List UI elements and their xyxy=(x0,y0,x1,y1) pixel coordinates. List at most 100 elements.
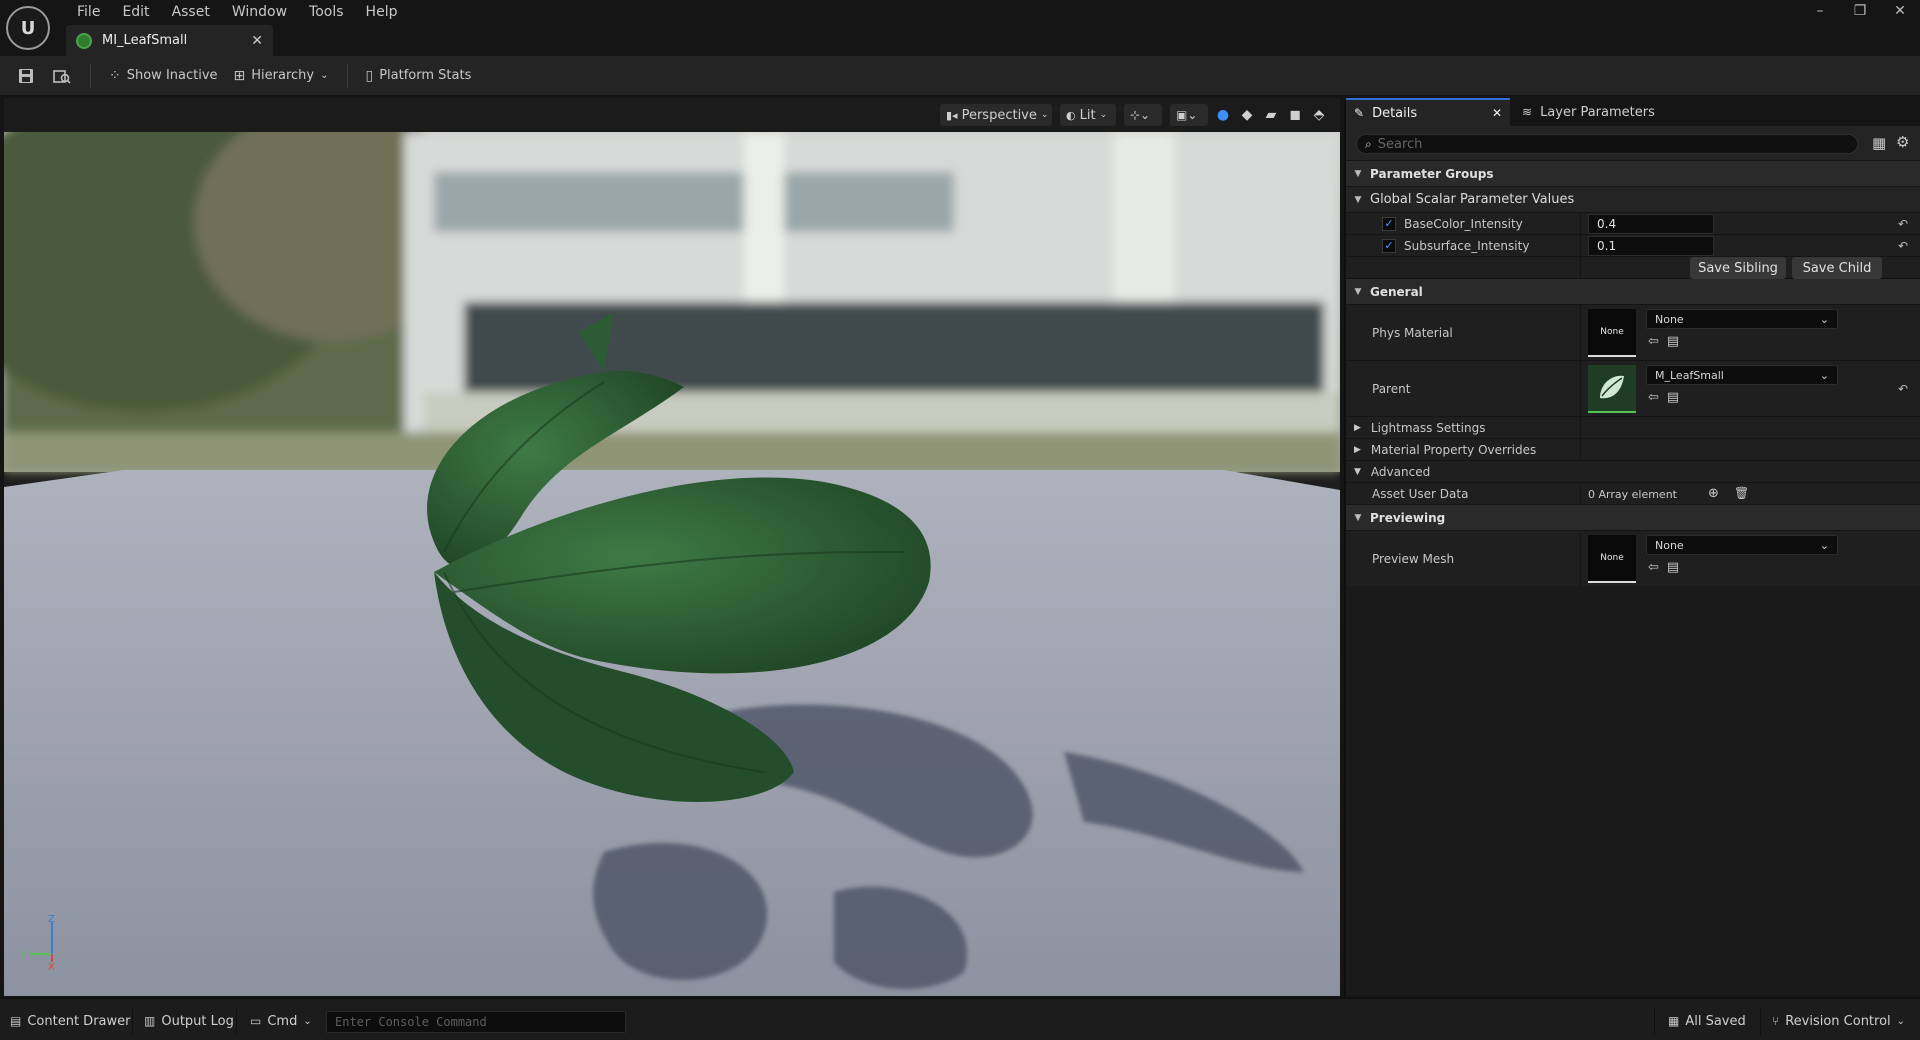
save-child-button[interactable]: Save Child xyxy=(1792,257,1882,279)
pencil-icon: ✎ xyxy=(1354,106,1365,120)
save-button[interactable] xyxy=(8,61,44,91)
column-divider xyxy=(1580,417,1581,438)
reset-arrow-icon[interactable]: ↶ xyxy=(1898,382,1908,396)
details-search-row: ⌕ ▦ ⚙ xyxy=(1346,126,1920,160)
hierarchy-button[interactable]: ⊞ Hierarchy ⌄ xyxy=(226,61,337,91)
menu-tools[interactable]: Tools xyxy=(298,2,355,22)
material-overrides-row[interactable]: ▶ Material Property Overrides xyxy=(1346,438,1920,460)
show-flags-dropdown[interactable]: ⊹⌄ xyxy=(1124,104,1162,126)
add-icon[interactable]: ⊕ xyxy=(1708,486,1719,501)
preview-mesh-row: Preview Mesh None None ⌄ ⇦ ▤ xyxy=(1346,530,1920,586)
tab-details[interactable]: ✎ Details ✕ xyxy=(1346,98,1510,126)
menu-asset[interactable]: Asset xyxy=(161,2,221,22)
section-general-label: General xyxy=(1370,284,1423,299)
plane-preview-icon[interactable]: ▰ xyxy=(1262,106,1280,124)
param-value-input[interactable]: 0.1 xyxy=(1588,236,1714,256)
param-enable-checkbox[interactable]: ✓ xyxy=(1382,216,1396,231)
preview-options-dropdown[interactable]: ▣⌄ xyxy=(1170,104,1208,126)
close-tab-icon[interactable]: ✕ xyxy=(251,33,263,49)
details-tab-strip: ✎ Details ✕ ≋ Layer Parameters xyxy=(1346,98,1920,126)
menu-file[interactable]: File xyxy=(66,2,111,22)
unreal-logo-icon[interactable]: U xyxy=(6,6,50,50)
console-field[interactable] xyxy=(326,1011,626,1033)
document-tab[interactable]: MI_LeafSmall ✕ xyxy=(66,25,273,56)
save-sibling-button[interactable]: Save Sibling xyxy=(1690,257,1786,279)
content-drawer-label: Content Drawer xyxy=(27,1013,131,1029)
cube-preview-icon[interactable]: ◼ xyxy=(1286,106,1304,124)
output-log-button[interactable]: ▥ Output Log xyxy=(136,1007,242,1035)
minimize-button[interactable]: – xyxy=(1800,0,1840,22)
group-global-scalar-label: Global Scalar Parameter Values xyxy=(1370,192,1575,207)
param-enable-checkbox[interactable]: ✓ xyxy=(1382,238,1396,253)
content-drawer-button[interactable]: ▤ Content Drawer xyxy=(2,1007,138,1035)
tab-details-label: Details xyxy=(1372,105,1418,121)
material-instance-icon xyxy=(76,32,92,49)
cylinder-preview-icon[interactable]: ◆ xyxy=(1238,106,1256,124)
all-saved-button[interactable]: ▦ All Saved xyxy=(1660,1007,1754,1035)
toolbar-divider xyxy=(90,63,91,88)
phys-material-thumbnail[interactable]: None xyxy=(1588,309,1636,357)
section-previewing[interactable]: ▼ Previewing xyxy=(1346,504,1920,530)
viewport-scene[interactable]: Z Y X xyxy=(4,132,1340,996)
cmd-label: Cmd xyxy=(267,1013,298,1029)
section-general[interactable]: ▼ General xyxy=(1346,278,1920,304)
browse-button[interactable] xyxy=(44,61,80,91)
lit-label: Lit xyxy=(1079,107,1096,123)
revision-control-button[interactable]: ⑂ Revision Control ⌄ xyxy=(1764,1007,1913,1035)
content-drawer-icon: ▤ xyxy=(10,1014,22,1028)
use-selected-icon[interactable]: ⇦ xyxy=(1648,334,1659,349)
phys-material-combo[interactable]: None ⌄ xyxy=(1646,309,1838,329)
reset-arrow-icon[interactable]: ↶ xyxy=(1898,239,1908,253)
reset-arrow-icon[interactable]: ↶ xyxy=(1898,217,1908,231)
use-selected-icon[interactable]: ⇦ xyxy=(1648,560,1659,575)
asset-user-data-value: 0 Array element xyxy=(1588,487,1677,501)
column-divider xyxy=(1580,235,1581,256)
menu-window[interactable]: Window xyxy=(221,2,298,22)
show-inactive-button[interactable]: ⁘ Show Inactive xyxy=(101,61,226,91)
console-input[interactable] xyxy=(335,1012,625,1032)
table-view-icon[interactable]: ▦ xyxy=(1872,134,1886,152)
preview-mesh-combo[interactable]: None ⌄ xyxy=(1646,535,1838,555)
group-global-scalar[interactable]: ▼ Global Scalar Parameter Values xyxy=(1346,186,1920,212)
phys-material-label: Phys Material xyxy=(1372,325,1453,340)
parent-thumbnail[interactable] xyxy=(1588,365,1636,413)
platform-stats-button[interactable]: ▯ Platform Stats xyxy=(358,61,480,91)
menu-help[interactable]: Help xyxy=(355,2,409,22)
search-input[interactable] xyxy=(1377,136,1849,152)
section-parameter-groups[interactable]: ▼ Parameter Groups xyxy=(1346,160,1920,186)
browse-folder-icon[interactable]: ▤ xyxy=(1667,390,1679,405)
svg-text:Z: Z xyxy=(48,914,55,925)
status-divider xyxy=(1654,1007,1655,1035)
browse-folder-icon[interactable]: ▤ xyxy=(1667,560,1679,575)
viewport[interactable]: ▮◂ Perspective ⌄ ◐ Lit ⌄ ⊹⌄ ▣⌄ ● ◆ ▰ ◼ ⬘ xyxy=(4,98,1340,996)
lit-dropdown[interactable]: ◐ Lit ⌄ xyxy=(1060,104,1116,126)
document-tab-label: MI_LeafSmall xyxy=(102,33,188,48)
advanced-row[interactable]: ▼ Advanced xyxy=(1346,460,1920,482)
trash-icon[interactable]: 🗑 xyxy=(1734,486,1749,500)
browse-folder-icon[interactable]: ▤ xyxy=(1667,334,1679,349)
parent-combo[interactable]: M_LeafSmall ⌄ xyxy=(1646,365,1838,385)
phys-material-value: None xyxy=(1655,312,1684,326)
advanced-label: Advanced xyxy=(1370,464,1431,479)
tab-layer-parameters[interactable]: ≋ Layer Parameters xyxy=(1514,98,1674,126)
close-tab-icon[interactable]: ✕ xyxy=(1492,106,1502,120)
settings-icon[interactable]: ⚙ xyxy=(1896,133,1909,151)
close-window-button[interactable]: ✕ xyxy=(1880,0,1920,22)
preview-mesh-thumbnail[interactable]: None xyxy=(1588,535,1636,583)
perspective-dropdown[interactable]: ▮◂ Perspective ⌄ xyxy=(940,104,1052,126)
mesh-preview-icon[interactable]: ⬘ xyxy=(1310,106,1328,124)
search-field[interactable]: ⌕ xyxy=(1356,134,1858,154)
lightmass-row[interactable]: ▶ Lightmass Settings xyxy=(1346,416,1920,438)
sphere-preview-icon[interactable]: ● xyxy=(1214,106,1232,124)
collapse-arrow-icon: ▼ xyxy=(1354,466,1361,477)
restore-button[interactable]: ❐ xyxy=(1840,0,1880,22)
param-value-input[interactable]: 0.4 xyxy=(1588,214,1714,234)
menu-edit[interactable]: Edit xyxy=(111,2,160,22)
details-panel: ✎ Details ✕ ≋ Layer Parameters ⌕ ▦ ⚙ ▼ P… xyxy=(1344,98,1920,996)
expand-arrow-icon: ▶ xyxy=(1354,422,1361,433)
cmd-dropdown[interactable]: ▭ Cmd ⌄ xyxy=(242,1007,320,1035)
use-selected-icon[interactable]: ⇦ xyxy=(1648,390,1659,405)
tab-layer-parameters-label: Layer Parameters xyxy=(1540,104,1655,120)
camera-icon: ▮◂ xyxy=(946,108,958,122)
column-divider xyxy=(1580,257,1581,278)
